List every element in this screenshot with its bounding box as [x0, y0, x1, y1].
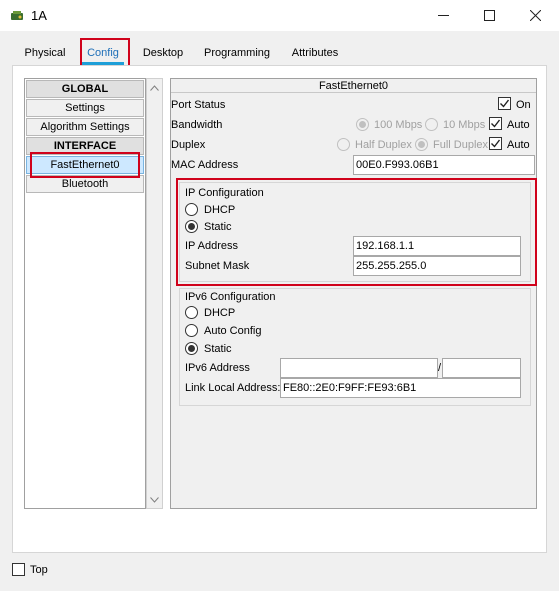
window-title: 1A: [31, 8, 47, 23]
ipv6-prefix-field[interactable]: [442, 358, 521, 378]
maximize-icon: [483, 8, 495, 24]
scroll-up-icon[interactable]: [146, 79, 163, 96]
list-item-algorithm-settings[interactable]: Algorithm Settings: [26, 118, 144, 136]
ipv6-address-label: IPv6 Address: [185, 362, 250, 374]
mac-address-label: MAC Address: [171, 159, 239, 171]
full-duplex-label: Full Duplex: [433, 139, 489, 151]
minimize-button[interactable]: [420, 0, 466, 31]
duplex-label: Duplex: [171, 139, 206, 151]
half-duplex-label: Half Duplex: [355, 139, 412, 151]
ipv6-auto-config-radio[interactable]: [185, 324, 198, 337]
bandwidth-100-radio[interactable]: [356, 118, 369, 131]
ipv6-dhcp-radio[interactable]: [185, 306, 198, 319]
checkmark-icon: [491, 119, 501, 128]
bandwidth-100-label: 100 Mbps: [374, 119, 423, 131]
close-icon: [529, 8, 541, 24]
bandwidth-label: Bandwidth: [171, 119, 223, 131]
interface-list-scrollbar[interactable]: [146, 78, 163, 509]
minimize-icon: [437, 8, 449, 24]
bandwidth-auto-checkbox[interactable]: [489, 117, 502, 130]
duplex-auto-checkbox[interactable]: [489, 137, 502, 150]
full-duplex-radio[interactable]: [415, 138, 428, 151]
port-status-on-label: On: [516, 99, 531, 111]
ipv6-auto-config-label: Auto Config: [204, 325, 262, 337]
list-item-settings[interactable]: Settings: [26, 99, 144, 117]
tab-programming[interactable]: Programming: [200, 42, 274, 64]
port-status-label: Port Status: [171, 99, 226, 111]
scroll-down-icon[interactable]: [146, 491, 163, 508]
list-header-global: GLOBAL: [26, 80, 144, 98]
app-icon: [9, 8, 25, 24]
ipv6-static-label: Static: [204, 343, 232, 355]
ipv6-dhcp-label: DHCP: [204, 307, 236, 319]
ipv6-static-radio[interactable]: [185, 342, 198, 355]
half-duplex-radio[interactable]: [337, 138, 350, 151]
top-checkbox[interactable]: [12, 563, 25, 576]
duplex-auto-label: Auto: [507, 139, 530, 151]
maximize-button[interactable]: [466, 0, 512, 31]
ipv6-address-field[interactable]: [280, 358, 438, 378]
top-label: Top: [30, 564, 48, 576]
checkmark-icon: [500, 99, 510, 108]
panel-title: FastEthernet0: [171, 79, 536, 93]
close-button[interactable]: [512, 0, 558, 31]
ipv6-prefix-separator: /: [438, 362, 442, 374]
bandwidth-10-label: 10 Mbps: [443, 119, 486, 131]
ip-configuration-highlight: [176, 178, 537, 286]
link-local-address-label: Link Local Address:: [185, 382, 281, 394]
port-status-checkbox[interactable]: [498, 97, 511, 110]
fastethernet-highlight: [30, 152, 140, 178]
checkmark-icon: [491, 139, 501, 148]
tab-attributes[interactable]: Attributes: [286, 42, 344, 64]
bandwidth-10-radio[interactable]: [425, 118, 438, 131]
mac-address-field[interactable]: 00E0.F993.06B1: [353, 155, 535, 175]
link-local-address-field[interactable]: FE80::2E0:F9FF:FE93:6B1: [280, 378, 521, 398]
ipv6-configuration-title: IPv6 Configuration: [185, 291, 276, 303]
tab-desktop[interactable]: Desktop: [136, 42, 190, 64]
tab-physical[interactable]: Physical: [18, 42, 72, 64]
bandwidth-auto-label: Auto: [507, 119, 530, 131]
